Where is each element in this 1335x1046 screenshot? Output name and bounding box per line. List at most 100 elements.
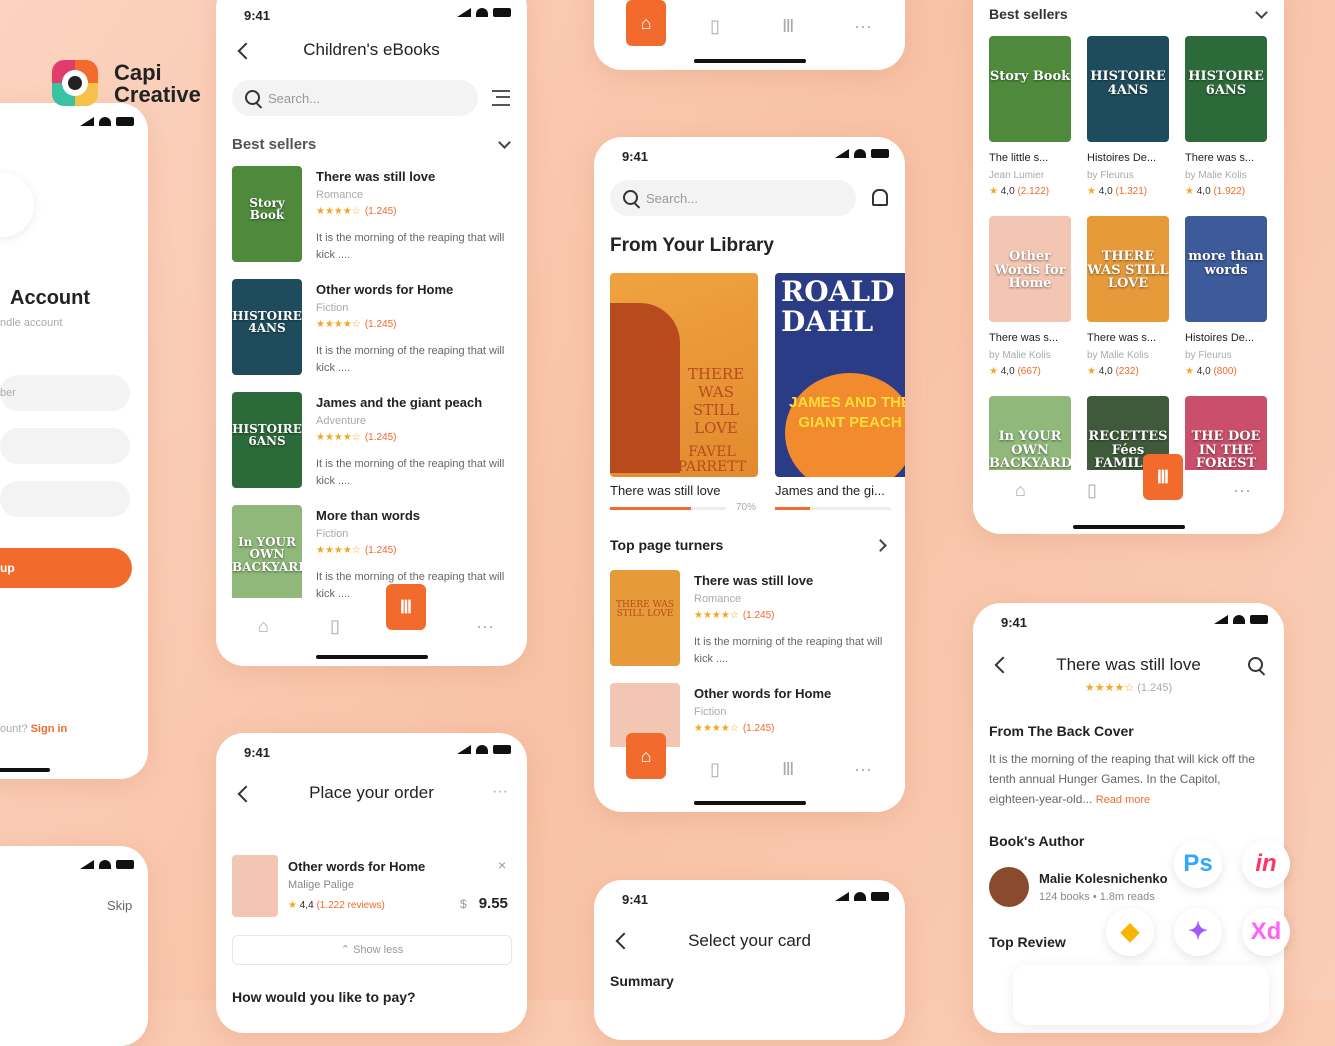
order-item: Other words for Home Malige Palige ★ 4,4… [232, 855, 512, 925]
bottom-nav: ⌂ ▯ Ⅲ ··· [973, 454, 1284, 530]
read-more-link[interactable]: Read more [1096, 794, 1150, 806]
home-icon[interactable]: ⌂ [258, 616, 269, 637]
section-title: Best sellers [989, 6, 1068, 22]
book-genre: Romance [694, 593, 742, 605]
progress-label: 70% [736, 502, 757, 513]
more-icon[interactable]: ··· [492, 783, 508, 801]
filter-icon[interactable] [492, 90, 510, 106]
book-cover: HISTOIRE 4ANS [1087, 36, 1169, 142]
book-author: by Fleurus [1087, 170, 1134, 181]
brand-name-line2: Creative [114, 82, 201, 107]
book-author: by Malie Kolis [989, 350, 1051, 361]
invision-icon: in [1242, 840, 1290, 888]
book-description: It is the morning of the reaping that wi… [316, 345, 505, 374]
list-item[interactable]: THERE WAS STILL LOVE There was still love… [610, 570, 889, 670]
signup-screen: Account ndle account ber up ount? Sign i… [0, 103, 148, 779]
logo-icon [52, 60, 98, 106]
search-icon [623, 190, 638, 205]
book-icon[interactable]: ▯ [710, 759, 720, 780]
chevron-right-icon[interactable] [874, 539, 887, 552]
book-title: There was still love [316, 169, 436, 184]
more-icon[interactable]: ··· [1233, 480, 1251, 501]
more-icon[interactable]: ··· [854, 16, 872, 37]
signup-button[interactable]: up [0, 548, 132, 588]
home-icon[interactable]: ⌂ [626, 0, 666, 46]
book-title: There was s... [1087, 332, 1157, 344]
chevron-down-icon[interactable] [498, 136, 511, 149]
home-icon[interactable]: ⌂ [1015, 480, 1026, 501]
book-cover: Story Book [232, 166, 302, 262]
list-item[interactable]: HISTOIRE 4ANS Other words for Home Fiction… [232, 279, 511, 379]
book-cover: In YOUR OWN BACKYARD [232, 505, 302, 601]
book-rating: ★★★★☆ (1.245) [694, 723, 775, 734]
home-indicator [0, 768, 50, 772]
library-icon[interactable]: Ⅲ [386, 584, 426, 630]
book-title: Other words for Home [694, 686, 832, 701]
section-title: Top page turners [610, 537, 724, 553]
search-input[interactable]: Search... [232, 80, 478, 116]
back-cover-heading: From The Back Cover [989, 723, 1134, 739]
review-card [1013, 965, 1269, 1025]
cover-title: THERE WAS STILL LOVE [687, 365, 745, 437]
book-rating: ★ 4,0 (667) [989, 366, 1041, 377]
more-icon[interactable]: ··· [854, 759, 872, 780]
home-icon[interactable]: ⌂ [626, 733, 666, 779]
cover-author: ROALD DAHL [781, 275, 895, 338]
book-title: James and the giant peach [316, 395, 483, 410]
status-bar: 9:41 [216, 0, 527, 30]
book-rating: ★ 4,0 (1.321) [1087, 186, 1148, 197]
onboarding-screen: Skip [0, 846, 148, 1046]
library-icon[interactable]: Ⅲ [782, 759, 794, 780]
book-cover [232, 855, 278, 917]
list-item[interactable]: Story Book There was still love Romance ★★★… [232, 166, 511, 266]
book-title: More than words [316, 508, 421, 523]
book-cover-there-was-still-love[interactable]: THERE WAS STILL LOVE FAVEL PARRETT [610, 273, 758, 477]
status-bar: 9:41 [216, 733, 527, 763]
author-name: Malie Kolesnichenko [1039, 871, 1168, 886]
book-rating: ★ 4,0 (800) [1185, 366, 1237, 377]
password-field[interactable] [0, 428, 130, 464]
search-input[interactable]: Search... [610, 180, 856, 216]
home-indicator [316, 655, 428, 659]
more-icon[interactable]: ··· [476, 616, 494, 637]
book-icon[interactable]: ▯ [330, 616, 340, 637]
book-rating: ★★★★☆ (1.245) [694, 610, 775, 621]
signin-link[interactable]: Sign in [31, 723, 68, 735]
detail-screen: 9:41 There was still love ★★★★☆ (1.245) … [973, 603, 1284, 1033]
sketch-icon: ◆ [1106, 908, 1154, 956]
book-cover: HISTOIRE 6ANS [1185, 36, 1267, 142]
home-indicator [1073, 525, 1185, 529]
book-author: by Malie Kolis [1185, 170, 1247, 181]
page-title: Children's eBooks [303, 40, 440, 59]
book-cover: THERE WAS STILL LOVE [1087, 216, 1169, 322]
item-title: Other words for Home [288, 859, 426, 874]
book-description: It is the morning of the reaping that wi… [694, 636, 883, 665]
book-author: by Fleurus [1185, 350, 1232, 361]
skip-button[interactable]: Skip [107, 898, 132, 913]
item-rating: ★ 4,4 (1.222 reviews) [288, 900, 385, 911]
author-heading: Book's Author [989, 833, 1085, 849]
confirm-field[interactable] [0, 481, 130, 517]
book-icon[interactable]: ▯ [1087, 480, 1097, 501]
page-title: Select your card [688, 931, 811, 950]
book-icon[interactable]: ▯ [710, 16, 720, 37]
book-cover-james-giant-peach[interactable]: ROALD DAHL JAMES AND THE GIANT PEACH [775, 273, 905, 477]
figma-icon: ✦ [1174, 908, 1222, 956]
remove-icon[interactable]: × [498, 857, 506, 873]
bell-icon[interactable] [872, 189, 888, 206]
search-icon[interactable] [1235, 647, 1265, 683]
list-item[interactable]: In YOUR OWN BACKYARD More than words Ficti… [232, 505, 511, 605]
phone-number-field[interactable]: ber [0, 375, 130, 411]
status-bar: 9:41 [594, 137, 905, 167]
book-rating: ★★★★☆ (1.245) [316, 432, 397, 443]
list-item[interactable]: HISTOIRE 6ANS James and the giant peach Ad… [232, 392, 511, 492]
menu-icon[interactable] [0, 173, 34, 237]
book-rating: ★★★★☆ (1.245) [316, 206, 397, 217]
chevron-down-icon[interactable] [1255, 6, 1268, 19]
library-icon[interactable]: Ⅲ [1143, 454, 1183, 500]
card-screen: 9:41 Select your card Summary [594, 880, 905, 1040]
library-icon[interactable]: Ⅲ [782, 16, 794, 37]
bottom-nav: ⌂ ▯ Ⅲ ··· [594, 733, 905, 807]
show-less-button[interactable]: ⌃ Show less [232, 935, 512, 965]
bestsellers-screen: Best sellers Story Book The little s... Je… [973, 0, 1284, 534]
